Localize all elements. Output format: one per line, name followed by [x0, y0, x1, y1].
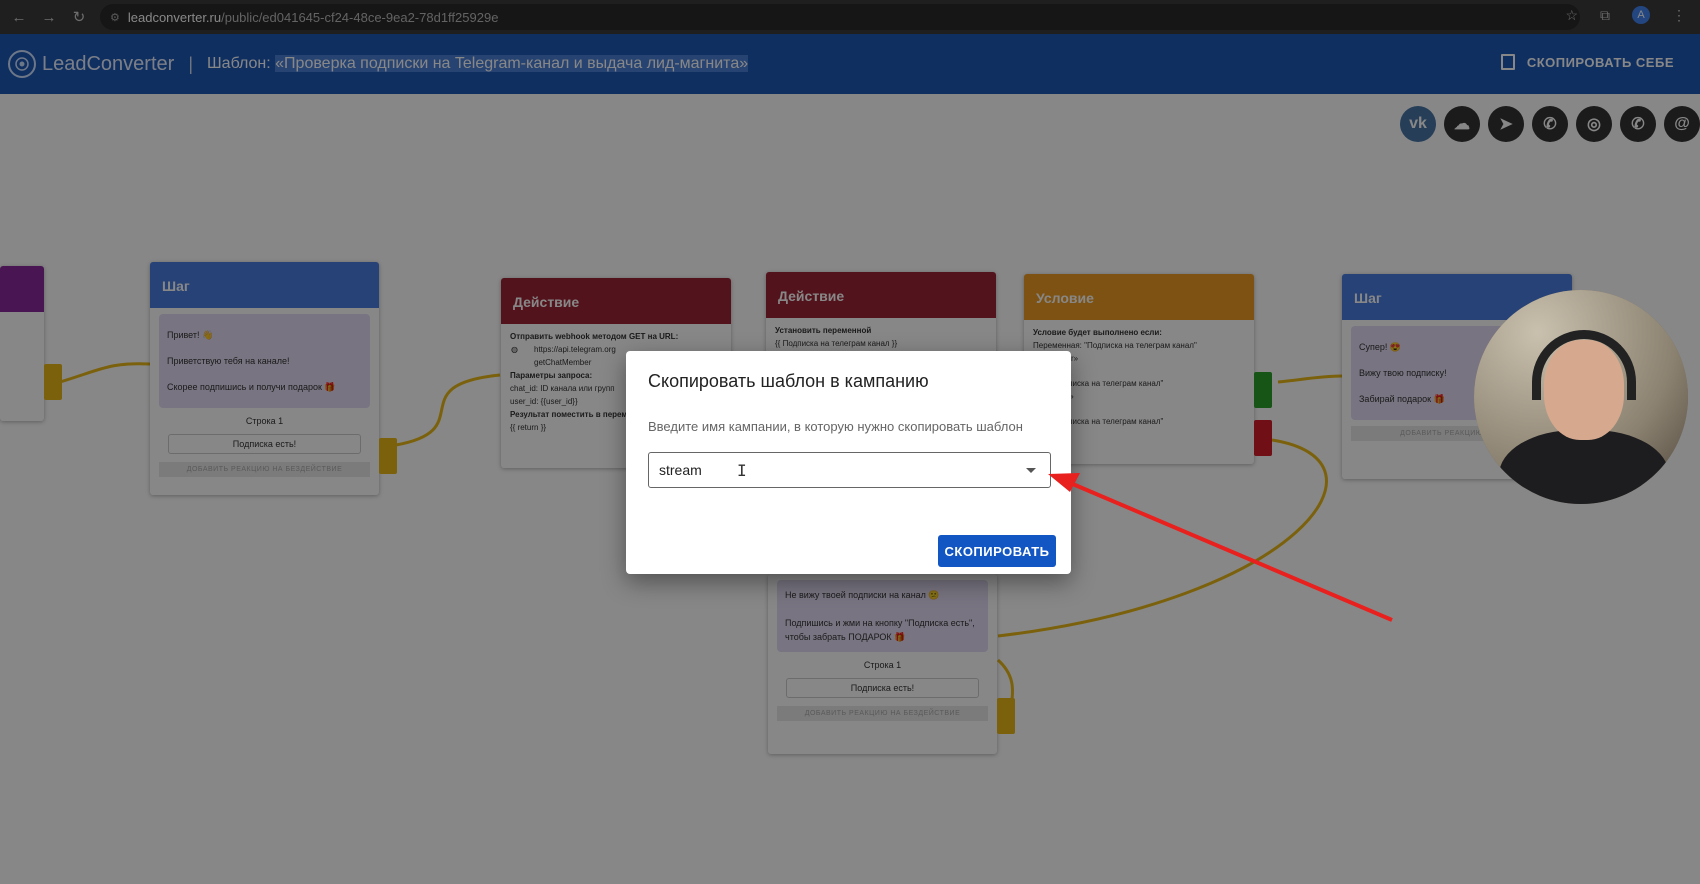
annotation-arrow [1048, 473, 1393, 622]
page-root: ← → ↻ ⚙ leadconverter.ru/public/ed041645… [0, 0, 1700, 884]
